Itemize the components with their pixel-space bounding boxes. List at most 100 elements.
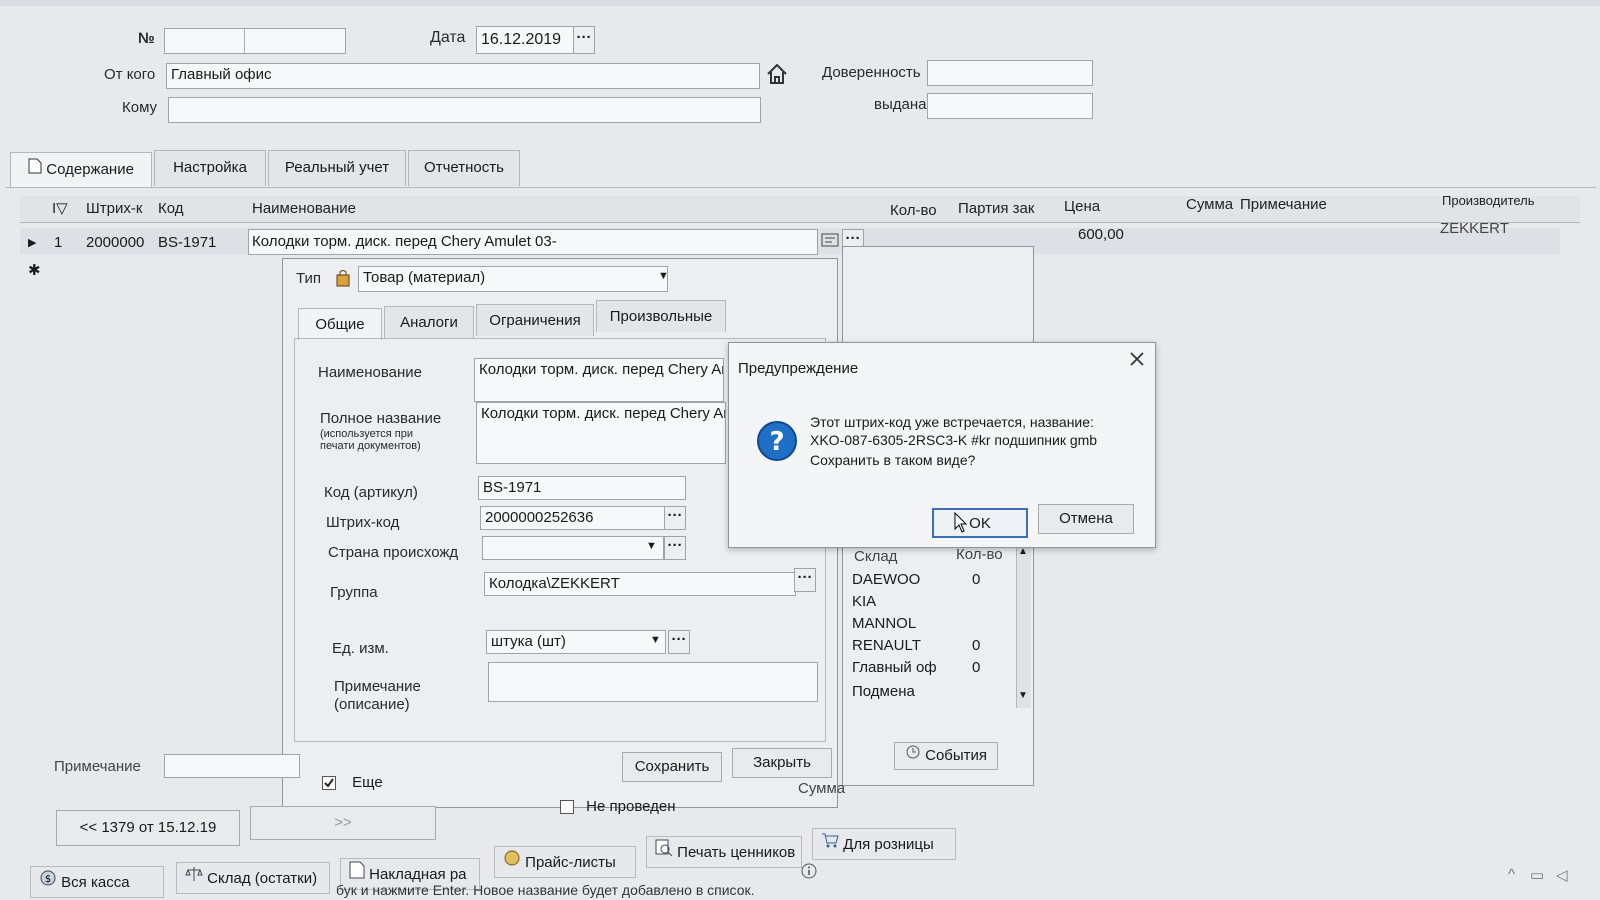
- fullname-label: Полное название: [320, 410, 442, 427]
- warning-line2: XKO-087-6305-2RSC3-K #kr подшипник gmb: [810, 432, 1098, 448]
- cancel-button[interactable]: Отмена: [1038, 504, 1134, 534]
- filter-icon[interactable]: I▽: [52, 196, 68, 222]
- stock-col-warehouse: Склад: [854, 548, 898, 565]
- row-num: 1: [54, 234, 63, 251]
- stock-balance-button[interactable]: Склад (остатки): [176, 862, 330, 894]
- catalog-icon[interactable]: [820, 230, 840, 254]
- item-note-field[interactable]: [488, 662, 818, 702]
- tab-analogs[interactable]: Аналоги: [384, 306, 474, 338]
- group-select-button[interactable]: ···: [794, 568, 816, 592]
- clock-icon: [905, 743, 921, 769]
- stock-scrollbar[interactable]: [1016, 548, 1031, 708]
- footer-note-field[interactable]: [164, 754, 300, 778]
- unit-select[interactable]: штука (шт): [486, 630, 666, 654]
- volume-icon[interactable]: ◁: [1556, 866, 1568, 884]
- proxy-label: Доверенность: [822, 64, 921, 81]
- scroll-down-icon[interactable]: ▼: [1018, 690, 1028, 701]
- not-posted-toggle[interactable]: Не проведен: [560, 798, 676, 815]
- stock-row[interactable]: KIA: [852, 592, 876, 612]
- unit-chevron-icon[interactable]: ▼: [650, 634, 661, 646]
- barcode-field[interactable]: 2000000252636: [480, 506, 666, 530]
- number-label: №: [138, 30, 155, 47]
- tab-custom[interactable]: Произвольные: [596, 300, 726, 332]
- barcode-select-button[interactable]: ···: [664, 506, 686, 530]
- more-toggle[interactable]: Еще: [322, 774, 383, 791]
- events-button[interactable]: События: [894, 742, 998, 770]
- not-posted-label: Не проведен: [586, 798, 676, 815]
- more-checkbox[interactable]: [322, 776, 336, 791]
- not-posted-checkbox[interactable]: [560, 800, 574, 815]
- country-select[interactable]: [482, 536, 664, 560]
- tab-real-accounting[interactable]: Реальный учет: [268, 150, 406, 186]
- events-label: События: [925, 747, 988, 764]
- stock-row[interactable]: MANNOL: [852, 614, 916, 634]
- col-name[interactable]: Наименование: [252, 196, 356, 222]
- to-field[interactable]: [168, 97, 761, 123]
- col-qty[interactable]: Кол-во: [890, 198, 937, 224]
- code-label: Код (артикул): [324, 484, 418, 501]
- issued-label: выдана: [874, 96, 927, 113]
- number-field[interactable]: [164, 28, 346, 54]
- type-select[interactable]: Товар (материал): [358, 266, 668, 292]
- chevron-down-icon[interactable]: ▼: [658, 270, 669, 282]
- scales-icon: [185, 863, 203, 895]
- question-icon: ?: [756, 420, 798, 466]
- country-chevron-icon[interactable]: ▼: [646, 540, 657, 552]
- tab-general[interactable]: Общие: [298, 308, 382, 340]
- prev-doc-button[interactable]: << 1379 от 15.12.19: [56, 810, 240, 846]
- svg-text:$: $: [45, 874, 51, 885]
- retail-button[interactable]: Для розницы: [812, 828, 956, 860]
- code-field[interactable]: BS-1971: [478, 476, 686, 500]
- issued-field[interactable]: [927, 93, 1093, 119]
- tab-settings[interactable]: Настройка: [154, 150, 266, 186]
- col-batch[interactable]: Партия зак: [958, 196, 1034, 222]
- stock-row[interactable]: RENAULT 0: [852, 636, 980, 656]
- cart-icon: [821, 829, 839, 861]
- date-field[interactable]: 16.12.2019: [476, 26, 574, 54]
- save-button[interactable]: Сохранить: [622, 752, 722, 782]
- tab-content[interactable]: Содержание: [10, 152, 152, 188]
- group-field[interactable]: Колодка\ZEKKERT: [484, 572, 796, 596]
- print-labels-button[interactable]: Печать ценников: [646, 836, 802, 868]
- document-icon: [28, 153, 42, 187]
- tray-chevron-icon[interactable]: ^: [1508, 866, 1515, 883]
- new-row-marker[interactable]: ✱: [28, 258, 41, 284]
- row-code: BS-1971: [158, 234, 217, 251]
- home-icon[interactable]: [765, 62, 789, 90]
- fullname-field[interactable]: Колодки торм. диск. перед Chery Am: [476, 402, 726, 464]
- name-field[interactable]: Колодки торм. диск. перед Chery Am: [474, 358, 724, 402]
- top-strip: [0, 0, 1600, 6]
- from-label: От кого: [104, 66, 156, 83]
- date-picker-button[interactable]: ···: [573, 26, 595, 54]
- stock-col-qty: Кол-во: [956, 546, 1003, 563]
- retail-label: Для розницы: [843, 836, 934, 853]
- col-note[interactable]: Примечание: [1240, 192, 1327, 218]
- proxy-field[interactable]: [927, 60, 1093, 86]
- col-barcode[interactable]: Штрих-к: [86, 196, 142, 222]
- country-select-button[interactable]: ···: [664, 536, 686, 560]
- col-price[interactable]: Цена: [1064, 194, 1100, 220]
- fullname-hint: (используется при печати документов): [320, 428, 421, 452]
- tab-restrictions[interactable]: Ограничения: [476, 304, 594, 336]
- invoice-label: Накладная ра: [369, 866, 467, 883]
- col-maker[interactable]: Производитель: [1442, 188, 1535, 214]
- close-button[interactable]: Закрыть: [732, 748, 832, 778]
- col-code[interactable]: Код: [158, 196, 184, 222]
- number-field-divider: [244, 29, 245, 53]
- unit-select-button[interactable]: ···: [668, 630, 690, 654]
- row-name-editor[interactable]: Колодки торм. диск. перед Chery Amulet 0…: [248, 229, 818, 255]
- stock-row[interactable]: DAEWOO 0: [852, 570, 980, 590]
- ok-button[interactable]: OK: [932, 508, 1028, 538]
- from-field[interactable]: Главный офис: [166, 63, 760, 89]
- stock-row[interactable]: Главный оф 0: [852, 658, 980, 678]
- price-lists-button[interactable]: Прайс-листы: [494, 846, 636, 878]
- next-doc-button[interactable]: >>: [250, 806, 436, 840]
- stock-row[interactable]: Подмена: [852, 682, 915, 702]
- tab-reports[interactable]: Отчетность: [408, 150, 520, 186]
- network-icon[interactable]: ▭: [1530, 866, 1544, 884]
- cash-button[interactable]: $ Вся касса: [30, 866, 164, 898]
- more-label: Еще: [352, 774, 383, 791]
- close-icon[interactable]: [1128, 350, 1146, 372]
- col-sum[interactable]: Сумма: [1186, 192, 1233, 218]
- row-barcode: 2000000: [86, 234, 145, 251]
